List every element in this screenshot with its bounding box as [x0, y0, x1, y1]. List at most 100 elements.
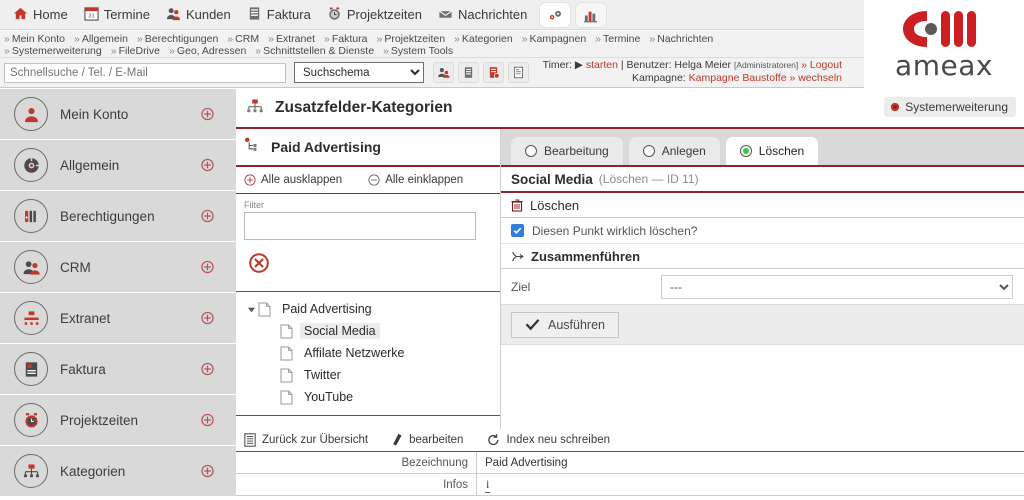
search-action-icons	[433, 62, 529, 83]
plus-circle-icon[interactable]	[201, 158, 214, 172]
bottom-tool-label: bearbeiten	[409, 434, 464, 446]
sidebar-item-projektzeiten[interactable]: Projektzeiten	[0, 395, 236, 446]
plus-circle-icon[interactable]	[201, 362, 214, 376]
merge-target-select[interactable]: ---	[661, 274, 1013, 299]
breadcrumb-item[interactable]: » Nachrichten	[649, 33, 713, 45]
breadcrumb-item[interactable]: » CRM	[227, 33, 259, 45]
info-icon[interactable]: i	[485, 477, 490, 493]
search-input[interactable]	[4, 62, 286, 83]
chevron-down-icon[interactable]	[244, 305, 258, 314]
nav-item-termine[interactable]: 31 Termine	[77, 3, 157, 27]
breadcrumb-item[interactable]: » Extranet	[268, 33, 315, 45]
plus-circle-icon[interactable]	[201, 413, 214, 427]
plus-circle-icon	[244, 174, 256, 186]
campaign-name: Kampagne Baustoffe	[688, 72, 787, 84]
merge-section-header: Zusammenführen	[501, 244, 1024, 269]
breadcrumb-item[interactable]: » System Tools	[383, 45, 453, 57]
nav-item-nachrichten[interactable]: Nachrichten	[431, 3, 534, 27]
nav-item-projektzeiten[interactable]: Projektzeiten	[320, 3, 429, 27]
breadcrumb-item[interactable]: » Allgemein	[74, 33, 128, 45]
breadcrumb-item[interactable]: » Kampagnen	[522, 33, 586, 45]
tree-node-youtube[interactable]: YouTube	[236, 386, 500, 408]
confirm-delete-checkbox[interactable]	[511, 224, 524, 237]
plus-circle-icon[interactable]	[201, 311, 214, 325]
nav-label: Home	[33, 7, 68, 22]
sidebar-item-label: Projektzeiten	[60, 412, 139, 428]
bar-chart-icon[interactable]	[576, 3, 607, 27]
breadcrumb-item[interactable]: » FileDrive	[111, 45, 160, 57]
breadcrumb-item[interactable]: » Projektzeiten	[377, 33, 446, 45]
sidebar-item-berechtigungen[interactable]: Berechtigungen	[0, 191, 236, 242]
document-icon[interactable]	[508, 62, 529, 83]
tab-loeschen[interactable]: Löschen	[725, 137, 819, 165]
breadcrumb-item[interactable]: » Kategorien	[454, 33, 513, 45]
timer-start-link[interactable]: starten	[586, 59, 618, 71]
categories-icon	[14, 454, 48, 488]
customers-icon	[166, 6, 181, 24]
logo-mark-icon	[903, 10, 976, 47]
delete-circle-icon[interactable]	[248, 252, 270, 274]
tree-node-paid-advertising[interactable]: Paid Advertising	[236, 298, 500, 320]
sitemap-icon	[246, 98, 264, 119]
record-dot-icon	[891, 102, 900, 112]
breadcrumb-item[interactable]: » Schnittstellen & Dienste	[255, 45, 374, 57]
breadcrumb-item[interactable]: » Systemerweiterung	[4, 45, 102, 57]
trash-icon	[511, 198, 523, 212]
edit-button[interactable]: bearbeiten	[392, 433, 463, 447]
breadcrumb-item[interactable]: » Termine	[595, 33, 640, 45]
nav-item-kunden[interactable]: Kunden	[159, 3, 238, 27]
logout-link[interactable]: » Logout	[801, 59, 842, 71]
tab-anlegen[interactable]: Anlegen	[628, 137, 720, 165]
breadcrumb-item[interactable]: » Faktura	[324, 33, 367, 45]
rebuild-index-button[interactable]: Index neu schreiben	[487, 433, 610, 447]
content-columns: Paid Advertising Alle ausklappen Alle ei…	[236, 129, 1024, 469]
status-badge[interactable]: Systemerweiterung	[884, 97, 1016, 117]
sidebar-item-crm[interactable]: CRM	[0, 242, 236, 293]
sidebar-item-faktura[interactable]: Faktura	[0, 344, 236, 395]
row-key: Bezeichnung	[401, 456, 469, 469]
tree-node-twitter[interactable]: Twitter	[236, 364, 500, 386]
breadcrumb-item[interactable]: » Berechtigungen	[137, 33, 218, 45]
breadcrumb-item[interactable]: » Mein Konto	[4, 33, 65, 45]
refresh-icon	[488, 434, 499, 446]
sidebar-item-allgemein[interactable]: Allgemein	[0, 140, 236, 191]
breadcrumb-item[interactable]: » Geo, Adressen	[169, 45, 246, 57]
invoice-doc-icon	[14, 352, 48, 386]
tree-node-label: Twitter	[304, 368, 341, 382]
action-bar: Ausführen	[501, 305, 1024, 345]
crm-people-icon	[14, 250, 48, 284]
user-name: Helga Meier	[674, 59, 732, 71]
chevron-right-icon: »	[73, 33, 80, 45]
lead-icon[interactable]	[483, 62, 504, 83]
campaign-switch-link[interactable]: » wechseln	[789, 72, 842, 84]
plus-circle-icon[interactable]	[201, 260, 214, 274]
sidebar-item-mein-konto[interactable]: Mein Konto	[0, 89, 236, 140]
execute-button[interactable]: Ausführen	[511, 311, 619, 338]
sidebar-item-extranet[interactable]: Extranet	[0, 293, 236, 344]
tree-node-affilate-netzwerke[interactable]: Affilate Netzwerke	[236, 342, 500, 364]
chevron-right-icon: »	[649, 33, 656, 45]
nav-item-faktura[interactable]: Faktura	[240, 3, 318, 27]
search-schema-select[interactable]: Suchschema	[294, 62, 424, 83]
expand-all-button[interactable]: Alle ausklappen	[244, 174, 342, 186]
nav-item-home[interactable]: Home	[6, 3, 75, 27]
company-icon[interactable]	[458, 62, 479, 83]
plus-circle-icon[interactable]	[201, 464, 214, 478]
back-to-overview-button[interactable]: Zurück zur Übersicht	[244, 433, 368, 447]
sidebar-item-kategorien[interactable]: Kategorien	[0, 446, 236, 497]
tab-label: Bearbeitung	[544, 144, 609, 158]
page-title: Zusatzfelder-Kategorien	[275, 99, 453, 116]
tab-bar: Bearbeitung Anlegen Löschen	[501, 129, 1024, 167]
contacts-icon[interactable]	[433, 62, 454, 83]
tree-node-social-media[interactable]: Social Media	[236, 320, 500, 342]
sidebar-item-label: Allgemein	[60, 157, 120, 173]
plus-circle-icon[interactable]	[201, 209, 214, 223]
filter-input[interactable]	[244, 212, 476, 240]
tab-bearbeitung[interactable]: Bearbeitung	[511, 137, 623, 165]
nav-label: Nachrichten	[458, 7, 528, 22]
settings-gear-icon[interactable]	[540, 3, 571, 27]
chevron-right-icon: »	[268, 33, 274, 45]
collapse-all-button[interactable]: Alle einklappen	[368, 174, 463, 186]
tree-node-label: Paid Advertising	[282, 302, 372, 316]
plus-circle-icon[interactable]	[201, 107, 214, 121]
